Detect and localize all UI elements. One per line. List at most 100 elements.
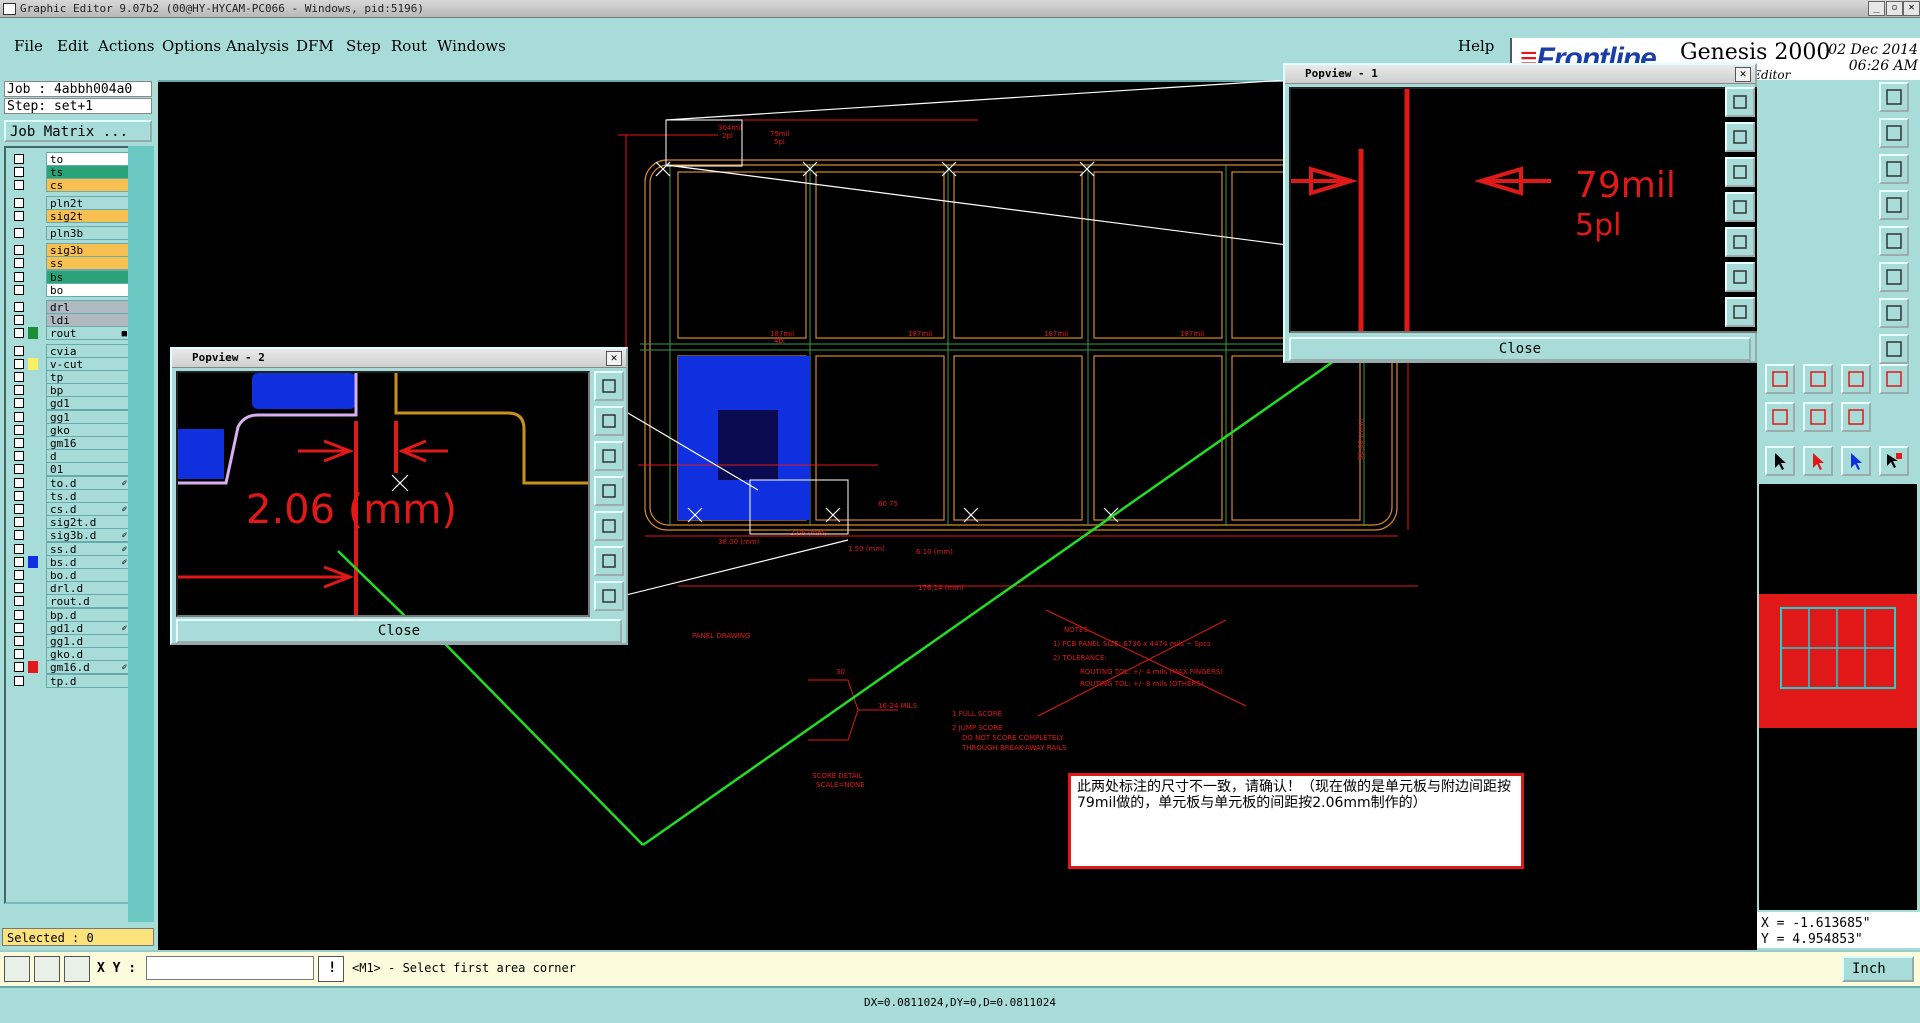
layer-name[interactable]: ts.d xyxy=(46,488,130,503)
layer-row[interactable]: gm16.d ✐ xyxy=(10,660,130,675)
layer-checkbox[interactable] xyxy=(14,464,24,475)
menu-actions[interactable]: Actions xyxy=(98,37,154,55)
snap-icon[interactable] xyxy=(4,956,30,982)
layer-row[interactable]: gko.d xyxy=(10,647,130,662)
layer-name[interactable]: bp xyxy=(46,383,130,398)
layer-row[interactable]: ss xyxy=(10,256,130,271)
layer-checkbox[interactable] xyxy=(14,662,24,673)
layer-checkbox[interactable] xyxy=(14,543,24,554)
layer-name[interactable]: gd1.d ✐ xyxy=(46,620,130,635)
layer-checkbox[interactable] xyxy=(14,490,24,501)
layer-checkbox[interactable] xyxy=(14,438,24,448)
layer-name[interactable]: cvia xyxy=(46,343,130,358)
layer-checkbox[interactable] xyxy=(14,372,24,382)
popview-tool-icon[interactable] xyxy=(594,511,624,541)
menu-windows[interactable]: Windows xyxy=(437,37,506,55)
layer-row[interactable]: gg1 xyxy=(10,409,130,424)
layer-color-swatch[interactable] xyxy=(28,357,38,370)
zoom-home-icon[interactable] xyxy=(1879,118,1909,148)
layer-row[interactable]: bp xyxy=(10,383,130,398)
layer-name[interactable]: gd1 xyxy=(46,396,130,411)
minimize-button[interactable]: _ xyxy=(1868,1,1885,16)
layer-row[interactable]: pln2t xyxy=(10,195,130,210)
layer-row[interactable]: v-cut xyxy=(10,356,130,371)
pad-icon[interactable] xyxy=(1879,226,1909,256)
layer-row[interactable]: bs xyxy=(10,269,130,284)
layer-row[interactable]: gko xyxy=(10,422,130,437)
layer-checkbox[interactable] xyxy=(14,596,24,607)
layer-row[interactable]: tp xyxy=(10,370,130,384)
popview-2-close-x[interactable]: ✕ xyxy=(606,351,622,366)
layer-color-swatch[interactable] xyxy=(28,555,38,568)
multi-select-tool[interactable] xyxy=(1879,446,1909,476)
layer-name[interactable]: gko.d xyxy=(46,647,130,662)
layer-row[interactable]: sig3b xyxy=(10,243,130,258)
popview-tool-icon[interactable] xyxy=(594,581,624,611)
popview-tool-icon[interactable] xyxy=(594,406,624,436)
layer-row[interactable]: drl xyxy=(10,300,130,314)
layer-checkbox[interactable] xyxy=(14,451,24,462)
popview-tool-icon[interactable] xyxy=(1725,192,1755,222)
layer-row[interactable]: ts xyxy=(10,165,130,180)
layer-name[interactable]: ldi xyxy=(46,313,130,328)
layer-name[interactable]: v-cut xyxy=(46,356,130,371)
menu-step[interactable]: Step xyxy=(346,37,381,55)
layer-checkbox[interactable] xyxy=(14,477,24,488)
layer-name[interactable]: gm16.d ✐ xyxy=(46,660,130,675)
layer-list-scrollbar[interactable] xyxy=(128,146,154,922)
text-tool-icon[interactable] xyxy=(1841,364,1871,394)
grid-icon[interactable] xyxy=(64,956,90,982)
layer-checkbox[interactable] xyxy=(14,385,24,396)
help-icon[interactable] xyxy=(1879,154,1909,184)
layer-row[interactable]: tp.d xyxy=(10,673,130,688)
layer-row[interactable]: sig2t.d xyxy=(10,515,130,530)
layer-row[interactable]: sig3b.d ✐ xyxy=(10,528,130,543)
popview-tool-icon[interactable] xyxy=(594,546,624,576)
maximize-button[interactable]: ▫ xyxy=(1886,1,1903,16)
select-arrow-tool[interactable] xyxy=(1803,446,1833,476)
layer-row[interactable]: drl.d xyxy=(10,581,130,596)
menu-edit[interactable]: Edit xyxy=(57,37,88,55)
layer-row[interactable]: cvia xyxy=(10,343,130,358)
menu-rout[interactable]: Rout xyxy=(391,37,427,55)
layer-checkbox[interactable] xyxy=(14,167,24,178)
panel-thumbnail[interactable] xyxy=(1759,484,1917,910)
layer-row[interactable]: pln3b xyxy=(10,226,130,240)
surface-tool-icon[interactable] xyxy=(1803,402,1833,432)
layer-checkbox[interactable] xyxy=(14,636,24,646)
layer-checkbox[interactable] xyxy=(14,197,24,208)
layer-checkbox[interactable] xyxy=(14,649,24,660)
layer-checkbox[interactable] xyxy=(14,609,24,620)
layer-checkbox[interactable] xyxy=(14,258,24,269)
layer-row[interactable]: d xyxy=(10,449,130,464)
menu-options[interactable]: Options xyxy=(162,37,221,55)
layer-checkbox[interactable] xyxy=(14,328,24,339)
info-icon[interactable]: ! xyxy=(318,956,344,982)
menu-analysis[interactable]: Analysis xyxy=(226,37,289,55)
layer-checkbox[interactable] xyxy=(14,245,24,256)
layer-row[interactable]: ts.d xyxy=(10,488,130,503)
menu-dfm[interactable]: DFM xyxy=(296,37,334,55)
layer-checkbox[interactable] xyxy=(14,411,24,422)
layer-name[interactable]: sig3b.d ✐ xyxy=(46,528,130,543)
layer-name[interactable]: sig3b xyxy=(46,243,130,258)
arc-tool-icon[interactable] xyxy=(1803,364,1833,394)
layer-checkbox[interactable] xyxy=(14,358,24,369)
snap-settings-icon[interactable] xyxy=(1879,190,1909,220)
layer-row[interactable]: gm16 xyxy=(10,436,130,450)
layer-checkbox[interactable] xyxy=(14,424,24,435)
layer-checkbox[interactable] xyxy=(14,302,24,312)
layer-row[interactable]: sig2t xyxy=(10,208,130,223)
popview-2-close-button[interactable]: Close xyxy=(176,619,622,643)
menu-file[interactable]: File xyxy=(14,37,43,55)
job-matrix-button[interactable]: Job Matrix ... xyxy=(4,120,152,142)
layer-row[interactable]: rout.d xyxy=(10,594,130,609)
layer-row[interactable]: 01 xyxy=(10,462,130,477)
layer-row[interactable]: rout ■ xyxy=(10,326,130,341)
layer-checkbox[interactable] xyxy=(14,228,24,238)
layer-checkbox[interactable] xyxy=(14,583,24,594)
layer-name[interactable]: rout.d xyxy=(46,594,130,609)
layer-name[interactable]: bp.d xyxy=(46,607,130,622)
layer-name[interactable]: rout ■ xyxy=(46,326,130,341)
layer-color-swatch[interactable] xyxy=(28,327,38,340)
